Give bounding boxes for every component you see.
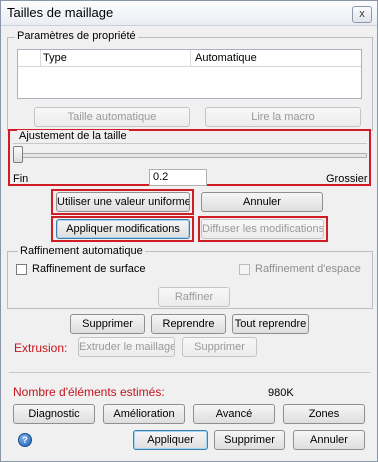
refine-button[interactable]: Raffiner: [158, 287, 230, 307]
extrude-mesh-button[interactable]: Extruder le maillage: [78, 337, 175, 357]
title-bar: Tailles de maillage x: [1, 1, 377, 26]
window-title: Tailles de maillage: [7, 5, 114, 20]
size-slider[interactable]: [13, 146, 367, 164]
estimate-label: Nombre d'éléments estimés:: [13, 385, 165, 399]
properties-table[interactable]: Type Automatique: [17, 49, 362, 99]
properties-table-header: Type Automatique: [18, 50, 361, 67]
estimate-value: 980K: [268, 387, 294, 399]
improvement-button[interactable]: Amélioration: [103, 404, 185, 424]
redo-all-button[interactable]: Tout reprendre: [232, 314, 309, 334]
footer-cancel-button[interactable]: Annuler: [293, 430, 365, 450]
auto-size-button[interactable]: Taille automatique: [34, 107, 190, 127]
space-refine-checkbox[interactable]: [239, 264, 250, 275]
extrusion-label: Extrusion:: [14, 341, 68, 355]
extrusion-delete-button[interactable]: Supprimer: [182, 337, 257, 357]
column-header-value[interactable]: Automatique: [195, 52, 257, 64]
mesh-sizes-dialog: Tailles de maillage x Paramètres de prop…: [0, 0, 378, 462]
space-refine-label[interactable]: Raffinement d'espace: [255, 263, 361, 275]
apply-changes-button[interactable]: Appliquer modifications: [56, 219, 190, 239]
surface-refine-checkbox[interactable]: [16, 264, 27, 275]
uniform-value-button[interactable]: Utiliser une valeur uniforme: [56, 192, 190, 212]
close-icon: x: [359, 8, 365, 20]
size-value-text: 0.2: [153, 171, 169, 183]
cancel-size-button[interactable]: Annuler: [201, 192, 323, 212]
size-adjust-separator: [13, 143, 367, 144]
read-macro-button[interactable]: Lire la macro: [205, 107, 361, 127]
slider-track: [15, 153, 367, 158]
footer-delete-button[interactable]: Supprimer: [214, 430, 285, 450]
apply-button[interactable]: Appliquer: [133, 430, 208, 450]
surface-refine-label[interactable]: Raffinement de surface: [32, 263, 146, 275]
column-divider: [190, 50, 191, 66]
refinement-group-label: Raffinement automatique: [18, 245, 145, 257]
coarse-label: Grossier: [326, 173, 368, 185]
zones-button[interactable]: Zones: [283, 404, 365, 424]
redo-button[interactable]: Reprendre: [151, 314, 226, 334]
close-button[interactable]: x: [352, 6, 372, 23]
help-icon[interactable]: ?: [18, 433, 32, 447]
broadcast-changes-button[interactable]: Diffuser les modifications: [201, 219, 324, 239]
size-value-input[interactable]: 0.2: [149, 169, 207, 186]
help-glyph: ?: [22, 435, 28, 445]
header-spacer: [18, 50, 41, 66]
diagnostic-button[interactable]: Diagnostic: [13, 404, 95, 424]
size-adjust-label: Ajustement de la taille: [17, 130, 129, 142]
fine-label: Fin: [13, 173, 29, 185]
column-header-type[interactable]: Type: [43, 52, 67, 64]
properties-group-label: Paramètres de propriété: [15, 30, 138, 42]
advanced-button[interactable]: Avancé: [193, 404, 275, 424]
delete-edit-button[interactable]: Supprimer: [70, 314, 145, 334]
section-separator: [9, 372, 370, 373]
slider-thumb[interactable]: [13, 146, 23, 163]
